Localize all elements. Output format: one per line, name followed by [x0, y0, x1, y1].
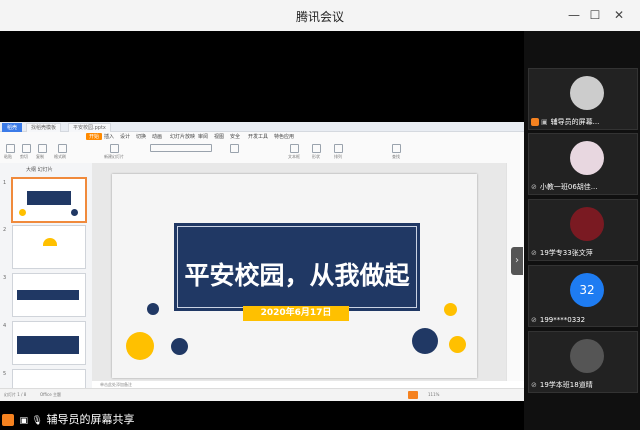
user-icon — [2, 414, 14, 426]
wps-window: 稻壳 找稻壳模板 平安校园.pptx 开始 插入 设计 切换 动画 幻灯片放映 … — [0, 122, 524, 401]
arrange-icon[interactable] — [334, 144, 343, 153]
slide-title-banner: 平安校园，从我做起 — [174, 223, 420, 311]
thumbs-header: 大纲 幻灯片 — [26, 167, 53, 173]
host-icon — [531, 118, 539, 126]
decor-circle-navy-small — [147, 303, 159, 315]
format-painter-icon[interactable] — [58, 144, 67, 153]
screen-share-icon: ▣ — [19, 416, 29, 426]
participant-name: 19学专33张文萍 — [539, 249, 593, 257]
slide-thumb-1[interactable]: 1 — [3, 177, 87, 223]
menu-item-devtools[interactable]: 开发工具 — [248, 133, 268, 140]
mic-muted-icon: ⊘ — [531, 249, 537, 257]
toolbar-label-cut: 剪切 — [20, 154, 28, 159]
window-titlebar: 腾讯会议 — ☐ ✕ — [0, 0, 640, 32]
wps-tab-templates[interactable]: 找稻壳模板 — [26, 123, 62, 132]
menu-item-design[interactable]: 设计 — [120, 133, 130, 140]
wps-menubar: 开始 插入 设计 切换 动画 幻灯片放映 审阅 视图 安全 开发工具 特色应用 — [0, 132, 524, 141]
menu-item-view[interactable]: 视图 — [214, 133, 224, 140]
slide-thumb-3[interactable]: 3 — [3, 273, 86, 317]
mic-muted-icon: ⊘ — [531, 183, 537, 191]
decor-circle-yellow-large — [126, 332, 154, 360]
minimize-icon[interactable]: — — [565, 6, 583, 24]
toolbar-label-find: 查找 — [392, 154, 400, 159]
find-icon[interactable] — [392, 144, 401, 153]
current-slide[interactable]: 平安校园，从我做起 2020年6月17日 — [112, 174, 477, 378]
participant-tile[interactable]: ▣ 辅导员的屏幕... — [528, 68, 638, 130]
window-title: 腾讯会议 — [295, 10, 344, 24]
toolbar-label-shape: 形状 — [312, 154, 320, 159]
toolbar-label-paste: 粘贴 — [4, 154, 12, 159]
menu-item-review[interactable]: 审阅 — [198, 133, 208, 140]
participant-name: 小教一班06胡佳... — [539, 183, 598, 191]
menu-item-animation[interactable]: 动画 — [152, 133, 162, 140]
toolbar-label-textbox: 文本框 — [288, 154, 300, 159]
menu-item-start[interactable]: 开始 — [86, 133, 103, 140]
toolbar-label-copy: 复制 — [36, 154, 44, 159]
avatar — [570, 207, 604, 241]
avatar — [570, 141, 604, 175]
participant-tile[interactable]: 32 ⊘ 199****0332 — [528, 265, 638, 327]
slide-thumbnail-panel: 大纲 幻灯片 1 2 3 4 5 — [0, 163, 93, 390]
slide-counter: 幻灯片 1 / 8 — [4, 392, 27, 397]
textbox-icon[interactable] — [290, 144, 299, 153]
zoom-level[interactable]: 111% — [428, 392, 439, 397]
slide-date: 2020年6月17日 — [243, 306, 349, 321]
decor-circle-navy — [171, 338, 188, 355]
mic-muted-icon: ⊘ — [531, 316, 537, 324]
presenter-name: 辅导员的屏幕共享 — [46, 413, 135, 426]
play-slideshow-icon[interactable] — [408, 391, 418, 399]
decor-circle-yellow — [449, 336, 466, 353]
slide-thumb-5[interactable]: 5 — [3, 369, 86, 390]
mic-icon: 🎙︎ — [31, 416, 43, 426]
slide-thumb-2[interactable]: 2 — [3, 225, 86, 269]
slide-thumb-4[interactable]: 4 — [3, 321, 86, 365]
mic-icon: ▣ — [541, 118, 548, 126]
menu-item-insert[interactable]: 插入 — [104, 133, 114, 140]
copy-icon[interactable] — [38, 144, 47, 153]
menu-item-security[interactable]: 安全 — [230, 133, 240, 140]
avatar: 32 — [570, 273, 604, 307]
cut-icon[interactable] — [22, 144, 31, 153]
mic-muted-icon: ⊘ — [531, 381, 537, 389]
participant-name: 19学本班18道晴 — [539, 381, 593, 389]
avatar — [570, 339, 604, 373]
slide-title: 平安校园，从我做起 — [184, 261, 410, 290]
shape-icon[interactable] — [312, 144, 321, 153]
expand-panel-icon[interactable]: › — [511, 247, 523, 275]
avatar — [570, 76, 604, 110]
participant-name: 199****0332 — [539, 316, 586, 324]
new-slide-icon[interactable] — [110, 144, 119, 153]
slide-canvas[interactable]: 平安校园，从我做起 2020年6月17日 — [92, 163, 506, 381]
toolbar-label-arrange: 排列 — [334, 154, 342, 159]
presenter-label: ▣ 🎙︎ 辅导员的屏幕共享 — [2, 411, 134, 427]
wps-toolbar: 粘贴 剪切 复制 格式刷 新建幻灯片 文本框 形状 排列 查找 — [0, 141, 524, 164]
menu-item-features[interactable]: 特色应用 — [274, 133, 294, 140]
wps-tab-document[interactable]: 平安校园.pptx — [68, 123, 111, 132]
umbrella-icon — [43, 238, 57, 246]
menu-item-transition[interactable]: 切换 — [136, 133, 146, 140]
shared-screen-area: 稻壳 找稻壳模板 平安校园.pptx 开始 插入 设计 切换 动画 幻灯片放映 … — [0, 31, 524, 430]
theme-name: Office 主题 — [40, 392, 61, 397]
maximize-icon[interactable]: ☐ — [586, 6, 604, 24]
toolbar-label-format: 格式刷 — [54, 154, 66, 159]
participant-name: 辅导员的屏幕... — [550, 118, 600, 126]
wps-tab-home[interactable]: 稻壳 — [2, 123, 23, 132]
paragraph-icon[interactable] — [230, 144, 239, 153]
participants-panel: ▣ 辅导员的屏幕... ⊘ 小教一班06胡佳... ⊘ 19学专33张文萍 32 ⊘ 1… — [524, 31, 640, 430]
wps-tabbar: 稻壳 找稻壳模板 平安校园.pptx — [0, 122, 524, 132]
decor-circle-navy-large — [412, 328, 438, 354]
font-select[interactable] — [150, 144, 212, 152]
decor-circle-yellow-small — [444, 303, 457, 316]
wps-statusbar: 幻灯片 1 / 8 Office 主题 111% — [0, 388, 524, 401]
menu-item-slideshow[interactable]: 幻灯片放映 — [170, 133, 195, 140]
participant-tile[interactable]: ⊘ 19学本班18道晴 — [528, 331, 638, 393]
toolbar-label-newslide: 新建幻灯片 — [104, 154, 124, 159]
paste-icon[interactable] — [6, 144, 15, 153]
thumb-banner — [27, 191, 71, 205]
notes-area[interactable]: 单击此处添加备注 — [92, 381, 506, 388]
participant-tile[interactable]: ⊘ 19学专33张文萍 — [528, 199, 638, 261]
close-icon[interactable]: ✕ — [610, 6, 628, 24]
participant-tile[interactable]: ⊘ 小教一班06胡佳... — [528, 133, 638, 195]
